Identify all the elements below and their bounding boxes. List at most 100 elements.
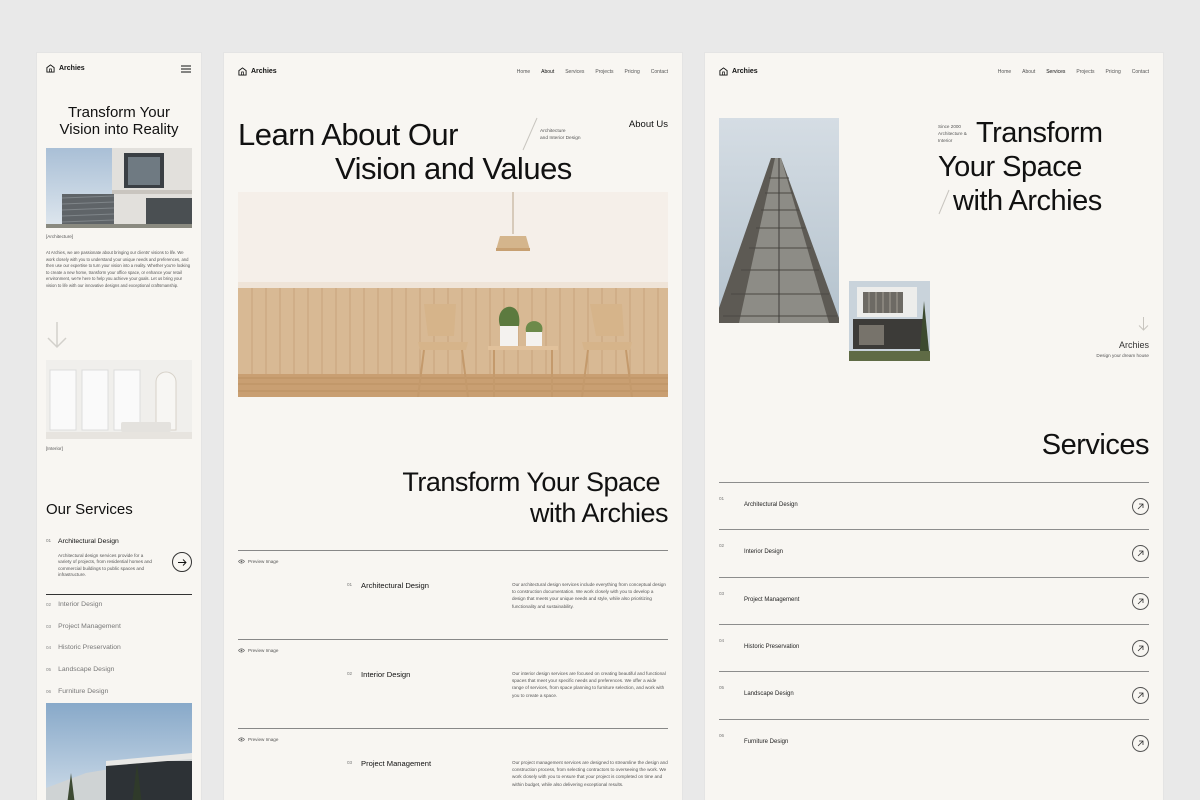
service-arrow-button[interactable]	[1132, 593, 1149, 610]
mobile-architecture-image	[46, 148, 192, 228]
preview-image-link[interactable]: Preview Image	[238, 737, 278, 742]
service-row[interactable]: 01 Architectural Design	[719, 482, 1149, 529]
mobile-panel: Archies Transform Your Vision into Reali…	[37, 53, 201, 800]
about-panel: Archies Home About Services Projects Pri…	[224, 53, 682, 800]
main-nav: Home About Services Projects Pricing Con…	[998, 69, 1149, 75]
about-tagline: Architecture and Interior Design	[540, 129, 581, 141]
archies-label: Archies	[1118, 340, 1149, 350]
home-logo-icon	[46, 64, 55, 73]
services-hero-line-1: Transform	[976, 117, 1103, 149]
mobile-services-title: Our Services	[46, 501, 133, 518]
service-row[interactable]: 05 Landscape Design	[719, 671, 1149, 718]
arrow-up-right-icon	[1137, 645, 1144, 652]
caption-interior: [Interior]	[46, 446, 63, 451]
home-logo-icon	[238, 67, 247, 76]
about-transform-line-2: with Archies	[529, 498, 669, 528]
mobile-about-paragraph: At Archies, we are passionate about brin…	[46, 250, 191, 288]
service-arrow-button[interactable]	[1132, 545, 1149, 562]
nav-contact[interactable]: Contact	[1132, 69, 1149, 75]
service-number: 01	[46, 538, 52, 543]
eye-icon	[238, 648, 245, 653]
service-arrow-button[interactable]	[1132, 687, 1149, 704]
modern-house-image	[849, 281, 930, 361]
service-number: 03	[347, 760, 353, 765]
caption-architecture: [Architecture]	[46, 234, 74, 239]
brand-name: Archies	[251, 68, 277, 75]
service-row[interactable]: 03 Project Management	[719, 577, 1149, 624]
service-description: Our interior design services are focused…	[512, 671, 666, 698]
services-hero-line-3: with Archies	[953, 185, 1102, 217]
logo[interactable]: Archies	[719, 67, 758, 76]
arrow-up-right-icon	[1137, 598, 1144, 605]
since-label: Since 2000 Architecture & Interior	[938, 124, 967, 143]
service-description: Our architectural design services includ…	[512, 582, 666, 609]
brand-name: Archies	[732, 68, 758, 75]
mobile-hero-title: Transform Your Vision into Reality	[59, 104, 179, 138]
services-section-title: Services	[1041, 429, 1150, 461]
service-divider	[238, 728, 668, 729]
eye-icon	[238, 559, 245, 564]
slash-divider	[522, 117, 538, 151]
nav-home[interactable]: Home	[998, 69, 1011, 75]
nav-contact[interactable]: Contact	[651, 69, 668, 75]
services-hero-line-2: Your Space	[938, 151, 1082, 183]
logo[interactable]: Archies	[238, 67, 277, 76]
nav-home[interactable]: Home	[517, 69, 530, 75]
mobile-house-image	[46, 703, 192, 800]
eye-icon	[238, 737, 245, 742]
service-arrow-button[interactable]	[1132, 735, 1149, 752]
nav-pricing[interactable]: Pricing	[624, 69, 639, 75]
about-transform-line-1: Transform Your Space	[402, 467, 660, 497]
service-arrow-button[interactable]	[1132, 640, 1149, 657]
service-description: Our project management services are desi…	[512, 760, 668, 787]
service-row[interactable]: 02 Interior Design	[719, 529, 1149, 576]
service-label: Architectural Design	[58, 538, 119, 545]
about-us-label: About Us	[628, 119, 668, 130]
nav-services[interactable]: Services	[1046, 69, 1065, 75]
slash-divider	[938, 189, 950, 215]
mobile-service-item[interactable]: 02 Interior Design	[46, 601, 102, 608]
nav-pricing[interactable]: Pricing	[1105, 69, 1120, 75]
nav-about[interactable]: About	[541, 69, 554, 75]
nav-projects[interactable]: Projects	[1076, 69, 1094, 75]
service-title-architectural[interactable]: Architectural Design	[361, 581, 429, 590]
skyscraper-image	[719, 118, 839, 323]
service-number: 02	[347, 671, 353, 676]
service-divider	[238, 550, 668, 551]
home-logo-icon	[719, 67, 728, 76]
archies-sublabel: Design your dream house	[1096, 353, 1149, 358]
service-arrow-button[interactable]	[1132, 498, 1149, 515]
about-title-line-2: Vision and Values	[335, 151, 572, 186]
service-arrow-button[interactable]	[172, 552, 192, 572]
service-title-interior[interactable]: Interior Design	[361, 670, 410, 679]
hamburger-menu-icon[interactable]	[181, 65, 191, 73]
arrow-up-right-icon	[1137, 503, 1144, 510]
service-number: 01	[347, 582, 353, 587]
arrow-up-right-icon	[1137, 692, 1144, 699]
nav-about[interactable]: About	[1022, 69, 1035, 75]
nav-projects[interactable]: Projects	[595, 69, 613, 75]
mobile-service-item[interactable]: 06 Furniture Design	[46, 688, 108, 695]
mobile-service-item-active[interactable]: 01 Architectural Design Architectural de…	[46, 538, 192, 595]
nav-services[interactable]: Services	[565, 69, 584, 75]
mobile-service-item[interactable]: 03 Project Management	[46, 623, 121, 630]
service-title-project-management[interactable]: Project Management	[361, 759, 431, 768]
arrow-down-icon	[1138, 317, 1149, 331]
service-row[interactable]: 04 Historic Preservation	[719, 624, 1149, 671]
interior-hero-image	[238, 192, 668, 397]
mobile-service-item[interactable]: 04 Historic Preservation	[46, 644, 121, 651]
mobile-interior-image	[46, 360, 192, 439]
preview-image-link[interactable]: Preview Image	[238, 559, 278, 564]
brand-name: Archies	[59, 65, 85, 72]
mobile-service-item[interactable]: 05 Landscape Design	[46, 666, 114, 673]
arrow-up-right-icon	[1137, 740, 1144, 747]
services-panel: Archies Home About Services Projects Pri…	[705, 53, 1163, 800]
arrow-up-right-icon	[1137, 550, 1144, 557]
logo[interactable]: Archies	[46, 64, 85, 73]
arrow-down-icon	[47, 322, 67, 349]
arrow-right-icon	[177, 558, 187, 566]
preview-image-link[interactable]: Preview Image	[238, 648, 278, 653]
service-row[interactable]: 06 Furniture Design	[719, 719, 1149, 766]
main-nav: Home About Services Projects Pricing Con…	[517, 69, 668, 75]
about-title-line-1: Learn About Our	[238, 117, 459, 152]
